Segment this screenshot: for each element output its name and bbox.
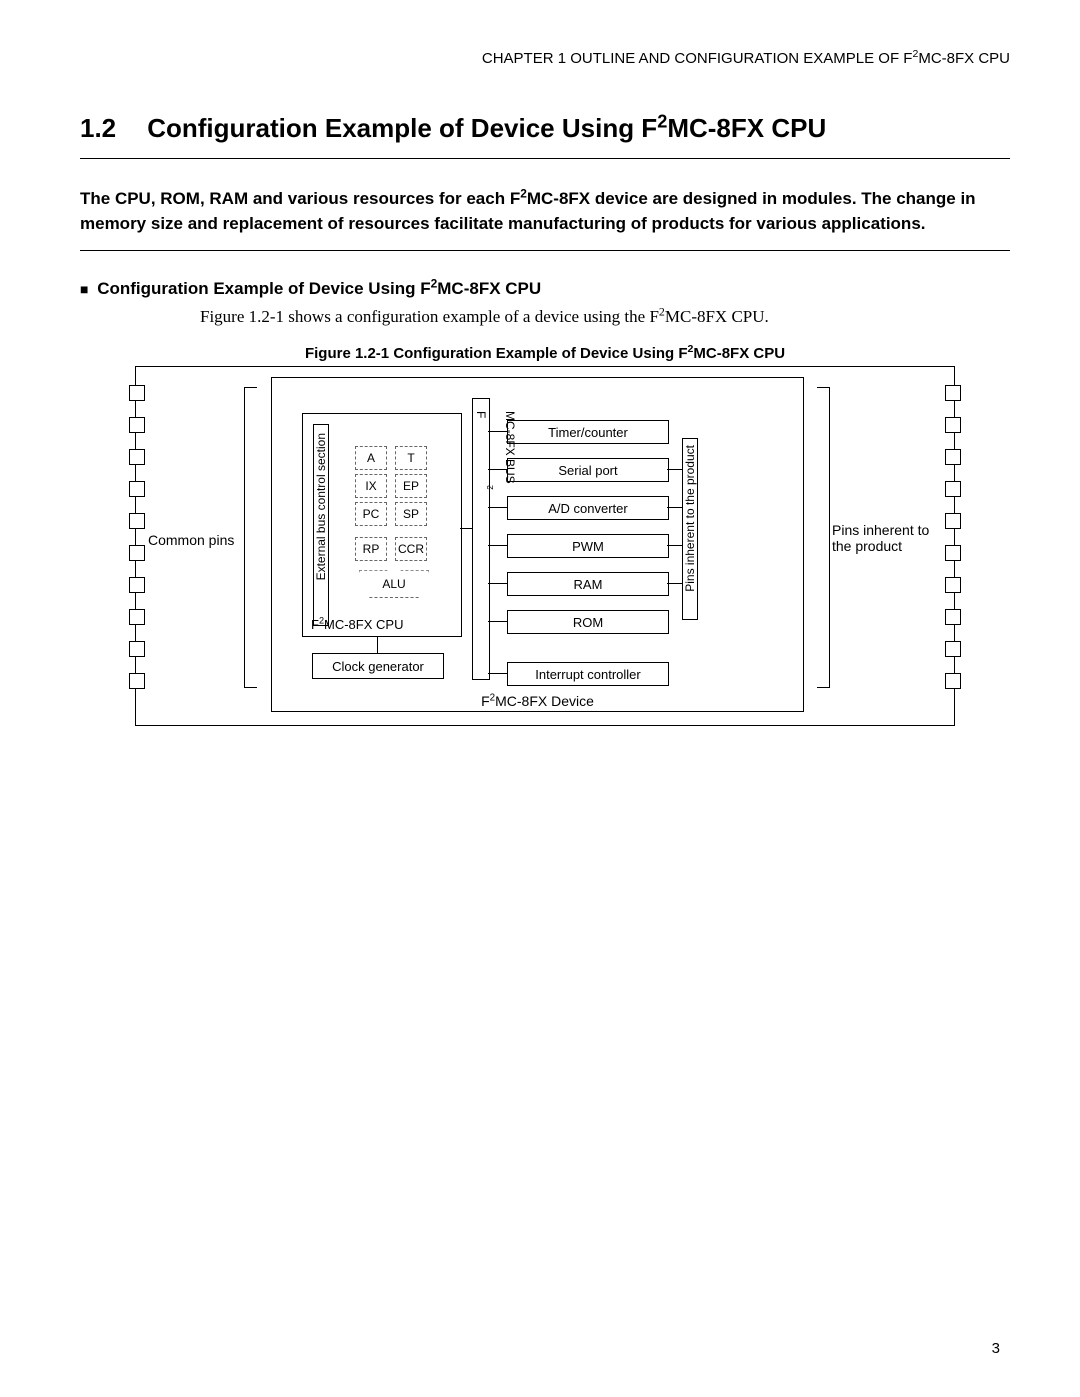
- brace-left-icon: [244, 387, 257, 688]
- common-pins-label: Common pins: [148, 532, 234, 548]
- subheading: ■ Configuration Example of Device Using …: [80, 279, 1010, 299]
- intro-paragraph: The CPU, ROM, RAM and various resources …: [80, 187, 1010, 236]
- pin-icon: [129, 641, 145, 657]
- intro-pre: The CPU, ROM, RAM and various resources …: [80, 189, 520, 208]
- pins-vert-box: Pins inherent to the product: [682, 438, 698, 620]
- pin-icon: [945, 385, 961, 401]
- reg-ccr: CCR: [395, 537, 427, 561]
- pin-icon: [129, 545, 145, 561]
- connector-line: [667, 583, 682, 584]
- devlab-pre: F: [481, 693, 490, 709]
- resource-interrupt: Interrupt controller: [507, 662, 669, 686]
- connector-line: [377, 636, 378, 653]
- subhead-pre: Configuration Example of Device Using F: [97, 279, 430, 298]
- caption-pre: Figure 1.2-1 shows a configuration examp…: [200, 307, 659, 326]
- pins-vert-label: Pins inherent to the product: [683, 439, 697, 598]
- resource-ram: RAM: [507, 572, 669, 596]
- pin-icon: [945, 449, 961, 465]
- section-number: 1.2: [80, 113, 140, 144]
- rule-bottom: [80, 250, 1010, 251]
- cpulab-pre: F: [311, 617, 319, 632]
- clock-generator-box: Clock generator: [312, 653, 444, 679]
- connector-line: [667, 545, 682, 546]
- pin-icon: [129, 513, 145, 529]
- pin-icon: [945, 577, 961, 593]
- caption-sentence: Figure 1.2-1 shows a configuration examp…: [200, 307, 1010, 327]
- reg-ep: EP: [395, 474, 427, 498]
- cpu-label: F2MC-8FX CPU: [311, 617, 403, 632]
- pin-icon: [129, 577, 145, 593]
- connector-line: [488, 583, 507, 584]
- reg-sp: SP: [395, 502, 427, 526]
- chapter-text: CHAPTER 1 OUTLINE AND CONFIGURATION EXAM…: [482, 50, 913, 67]
- reg-rp: RP: [355, 537, 387, 561]
- connector-line: [488, 673, 507, 674]
- pin-icon: [945, 513, 961, 529]
- pin-icon: [945, 545, 961, 561]
- external-bus-box: External bus control section: [313, 424, 329, 626]
- connector-line: [667, 507, 682, 508]
- device-box: F2MC-8FX Device External bus control sec…: [271, 377, 804, 712]
- pin-icon: [129, 417, 145, 433]
- pin-icon: [945, 481, 961, 497]
- intro-sup: 2: [520, 186, 527, 200]
- resource-timer: Timer/counter: [507, 420, 669, 444]
- connector-line: [460, 528, 472, 529]
- connector-line: [488, 507, 507, 508]
- pin-icon: [945, 673, 961, 689]
- resource-pwm: PWM: [507, 534, 669, 558]
- devlab-post: MC-8FX Device: [495, 693, 594, 709]
- reg-pc: PC: [355, 502, 387, 526]
- pin-icon: [945, 641, 961, 657]
- pins-inherent-label: Pins inherent to the product: [832, 522, 942, 554]
- reg-ix: IX: [355, 474, 387, 498]
- cpulab-post: MC-8FX CPU: [324, 617, 403, 632]
- connector-line: [488, 621, 507, 622]
- bus-box: F2MC-8FX BUS: [472, 398, 490, 680]
- subhead-post: MC-8FX CPU: [437, 279, 541, 298]
- rule-top: [80, 158, 1010, 159]
- pin-icon: [945, 417, 961, 433]
- connector-line: [488, 545, 507, 546]
- device-label: F2MC-8FX Device: [272, 693, 803, 709]
- connector-line: [667, 469, 682, 470]
- diagram: Common pins Pins inherent to the product…: [135, 366, 955, 726]
- figure-caption: Figure 1.2-1 Configuration Example of De…: [80, 345, 1010, 362]
- alu-box: ALU: [359, 570, 429, 598]
- resource-serial: Serial port: [507, 458, 669, 482]
- chapter-tail: MC-8FX CPU: [918, 50, 1010, 67]
- square-marker-icon: ■: [80, 281, 88, 297]
- connector-line: [488, 431, 507, 432]
- resource-adc: A/D converter: [507, 496, 669, 520]
- pin-icon: [129, 609, 145, 625]
- reg-a: A: [355, 446, 387, 470]
- bus-pre: F: [473, 405, 488, 490]
- caption-post: MC-8FX CPU.: [665, 307, 769, 326]
- title-post: MC-8FX CPU: [667, 113, 826, 143]
- pin-icon: [129, 385, 145, 401]
- pin-icon: [945, 609, 961, 625]
- cpu-box: External bus control section A T IX EP P…: [302, 413, 462, 637]
- figcap-pre: Figure 1.2-1 Configuration Example of De…: [305, 345, 688, 362]
- figcap-post: MC-8FX CPU: [693, 345, 785, 362]
- connector-line: [488, 469, 507, 470]
- resource-rom: ROM: [507, 610, 669, 634]
- page-number: 3: [992, 1340, 1000, 1357]
- ext-bus-label: External bus control section: [314, 425, 328, 588]
- pin-icon: [129, 481, 145, 497]
- pin-icon: [129, 449, 145, 465]
- chapter-header: CHAPTER 1 OUTLINE AND CONFIGURATION EXAM…: [80, 50, 1010, 67]
- brace-right-icon: [817, 387, 830, 688]
- pin-icon: [129, 673, 145, 689]
- title-pre: Configuration Example of Device Using F: [147, 113, 657, 143]
- title-sup: 2: [657, 111, 667, 131]
- section-title: 1.2 Configuration Example of Device Usin…: [80, 113, 1010, 144]
- reg-t: T: [395, 446, 427, 470]
